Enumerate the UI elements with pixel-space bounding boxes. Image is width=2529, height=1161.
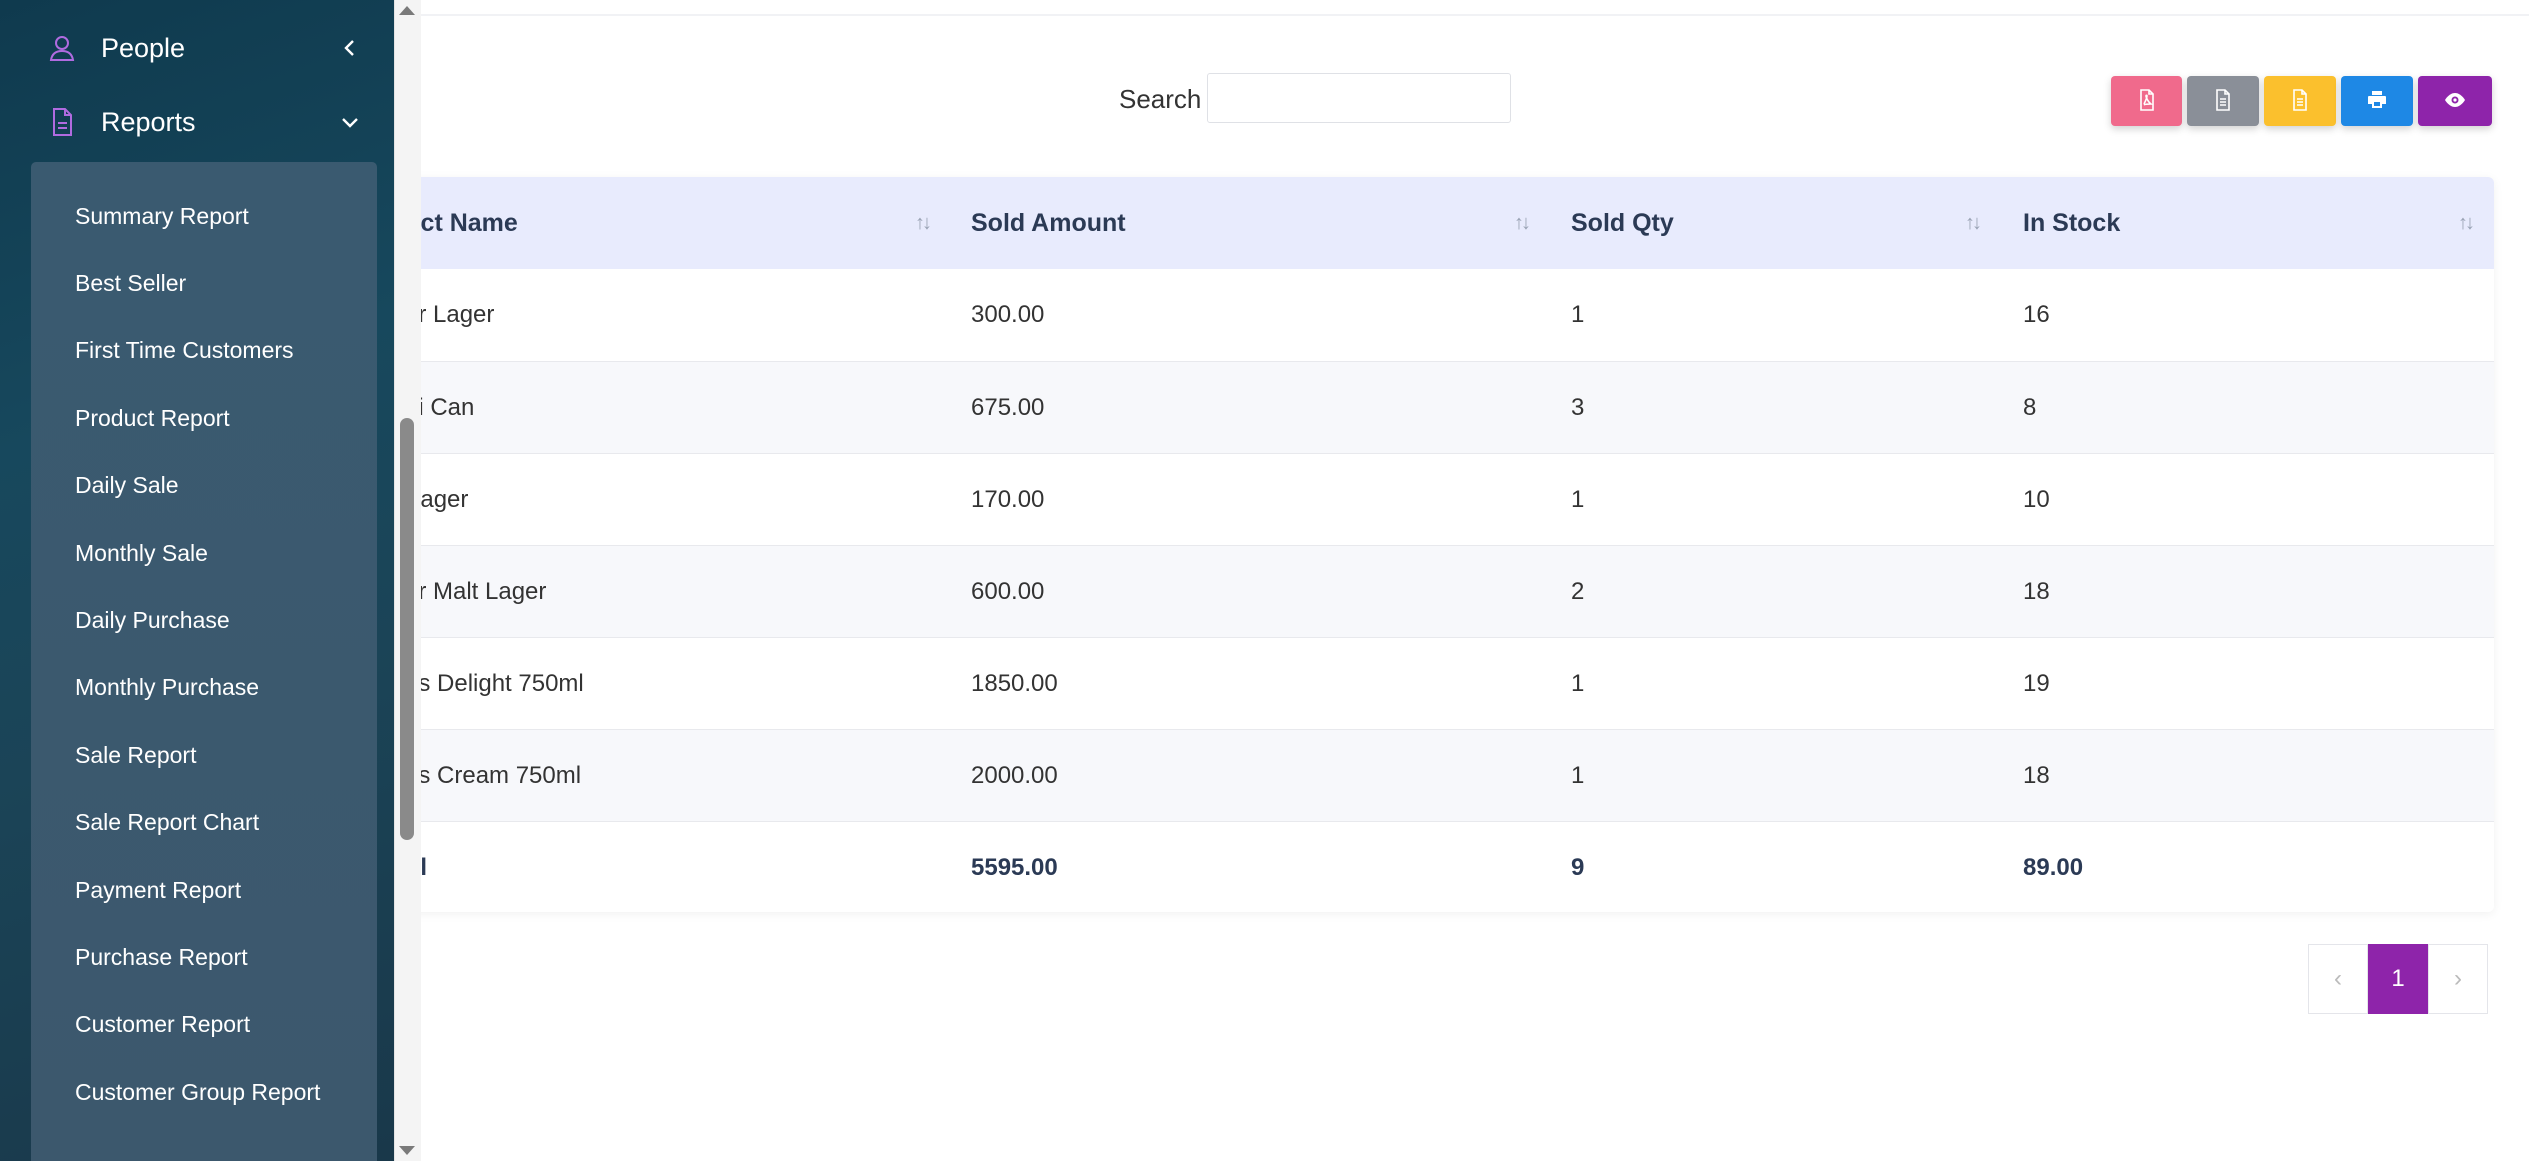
chevron-left-icon <box>340 38 360 58</box>
chevron-down-icon <box>340 112 360 132</box>
csv-icon <box>2211 88 2235 115</box>
scroll-up-arrow-icon[interactable] <box>399 6 415 15</box>
cell-in-stock: 19 <box>2023 669 2050 697</box>
export-pdf-button[interactable] <box>2111 76 2182 126</box>
submenu-item-customer-group-report[interactable]: Customer Group Report <box>75 1079 320 1106</box>
submenu-item-monthly-sale[interactable]: Monthly Sale <box>75 540 208 567</box>
submenu-item-monthly-purchase[interactable]: Monthly Purchase <box>75 674 259 701</box>
cell-in-stock: 8 <box>2023 393 2037 421</box>
table-row: ker Lager 300.00 1 16 <box>260 269 2494 361</box>
print-button[interactable] <box>2341 76 2413 126</box>
sort-icon: ↑↓ <box>915 212 932 234</box>
column-header-sold-amount[interactable]: Sold Amount ↑↓ <box>971 177 1571 269</box>
pagination: ‹ 1 › <box>2308 944 2488 1014</box>
sort-icon: ↑↓ <box>2458 212 2475 234</box>
scrollbar-thumb[interactable] <box>400 418 414 840</box>
excel-icon <box>2288 88 2312 115</box>
eye-icon <box>2443 88 2467 115</box>
submenu-item-sale-report[interactable]: Sale Report <box>75 742 196 769</box>
table-total-row: al 5595.00 9 89.00 <box>260 821 2494 912</box>
column-visibility-button[interactable] <box>2418 76 2492 126</box>
submenu-item-customer-report[interactable]: Customer Report <box>75 1011 250 1038</box>
cell-in-stock: 16 <box>2023 301 2050 328</box>
submenu-item-purchase-report[interactable]: Purchase Report <box>75 944 248 971</box>
cell-sold-qty: 1 <box>1571 669 1585 697</box>
reports-submenu: Summary Report Best Seller First Time Cu… <box>31 162 377 1161</box>
cell-in-stock: 18 <box>2023 761 2050 789</box>
sidebar-item-reports[interactable]: Reports <box>0 92 394 152</box>
cell-sold-amount: 300.00 <box>971 301 1045 328</box>
scroll-down-arrow-icon[interactable] <box>399 1146 415 1155</box>
table-row: eys Cream 750ml 2000.00 1 18 <box>260 729 2494 821</box>
table-row: ozi Can 675.00 3 8 <box>260 361 2494 453</box>
cell-sold-qty: 1 <box>1571 301 1585 328</box>
total-in-stock: 89.00 <box>2023 853 2084 881</box>
sort-icon: ↑↓ <box>1965 212 1982 234</box>
submenu-item-best-seller[interactable]: Best Seller <box>75 270 186 297</box>
cell-sold-amount: 1850.00 <box>971 669 1058 697</box>
top-divider <box>420 14 2529 16</box>
user-icon <box>46 32 78 64</box>
cell-in-stock: 10 <box>2023 485 2050 513</box>
cell-sold-amount: 675.00 <box>971 393 1045 421</box>
cell-sold-amount: 600.00 <box>971 577 1045 605</box>
cell-in-stock: 18 <box>2023 577 2050 605</box>
product-report-table: duct Name ↑↓ Sold Amount ↑↓ Sold Qty ↑↓ … <box>260 177 2494 912</box>
submenu-item-daily-sale[interactable]: Daily Sale <box>75 472 179 499</box>
sidebar: People Reports Summary Report Best Selle… <box>0 0 394 1161</box>
export-csv-button[interactable] <box>2187 76 2259 126</box>
pagination-next-button[interactable]: › <box>2428 944 2488 1014</box>
submenu-item-sale-report-chart[interactable]: Sale Report Chart <box>75 809 259 836</box>
submenu-item-summary-report[interactable]: Summary Report <box>75 203 249 230</box>
table-header-row: duct Name ↑↓ Sold Amount ↑↓ Sold Qty ↑↓ … <box>260 177 2494 269</box>
column-header-sold-qty[interactable]: Sold Qty ↑↓ <box>1571 177 2023 269</box>
cell-sold-amount: 2000.00 <box>971 761 1058 789</box>
pagination-prev-button[interactable]: ‹ <box>2308 944 2368 1014</box>
total-sold-qty: 9 <box>1571 853 1585 881</box>
sidebar-item-people[interactable]: People <box>0 18 394 78</box>
sidebar-scrollbar[interactable] <box>394 0 421 1161</box>
table-row: eys Delight 750ml 1850.00 1 19 <box>260 637 2494 729</box>
cell-sold-qty: 1 <box>1571 761 1585 789</box>
sort-icon: ↑↓ <box>1514 212 1531 234</box>
document-icon <box>46 106 78 138</box>
cell-sold-amount: 170.00 <box>971 485 1045 513</box>
search-input[interactable] <box>1207 73 1511 123</box>
cell-sold-qty: 1 <box>1571 485 1585 513</box>
column-header-in-stock[interactable]: In Stock ↑↓ <box>2023 177 2494 269</box>
cell-sold-qty: 2 <box>1571 577 1585 605</box>
submenu-item-product-report[interactable]: Product Report <box>75 405 230 432</box>
export-toolbar <box>2111 76 2492 126</box>
pagination-page-1[interactable]: 1 <box>2368 944 2428 1014</box>
table-row: ker Malt Lager 600.00 2 18 <box>260 545 2494 637</box>
submenu-item-daily-purchase[interactable]: Daily Purchase <box>75 607 230 634</box>
print-icon <box>2365 88 2389 115</box>
total-sold-amount: 5595.00 <box>971 853 1058 881</box>
table-row: Lager 170.00 1 10 <box>260 453 2494 545</box>
pdf-icon <box>2135 88 2159 115</box>
submenu-item-first-time-customers[interactable]: First Time Customers <box>75 337 294 364</box>
cell-sold-qty: 3 <box>1571 393 1585 421</box>
export-excel-button[interactable] <box>2264 76 2336 126</box>
search-label: Search <box>1119 84 1202 114</box>
submenu-item-payment-report[interactable]: Payment Report <box>75 877 241 904</box>
